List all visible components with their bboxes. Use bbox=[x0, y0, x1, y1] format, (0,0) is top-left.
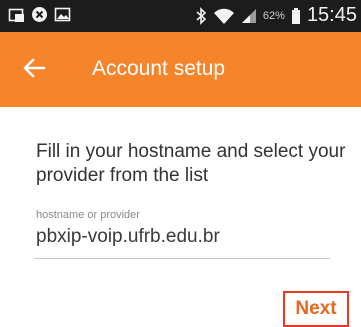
arrow-left-icon[interactable] bbox=[20, 54, 48, 82]
wifi-icon bbox=[213, 8, 234, 24]
status-bar: 62% 15:45 bbox=[0, 0, 361, 32]
next-button[interactable]: Next bbox=[283, 291, 349, 327]
signal-icon bbox=[241, 8, 256, 23]
bluetooth-icon bbox=[196, 6, 207, 25]
gallery-icon bbox=[54, 7, 71, 22]
input-underline bbox=[34, 258, 330, 259]
battery-percentage: 62% bbox=[262, 9, 285, 22]
screenshot-icon bbox=[8, 8, 24, 22]
status-bar-left bbox=[8, 6, 71, 23]
instructions-text: Fill in your hostname and select your pr… bbox=[36, 141, 346, 186]
battery-icon bbox=[291, 7, 300, 24]
hostname-input[interactable] bbox=[34, 226, 338, 248]
app-bar: Account setup bbox=[0, 32, 361, 107]
close-circle-icon bbox=[32, 7, 47, 22]
status-bar-right: 62% 15:45 bbox=[195, 4, 357, 27]
hostname-label: hostname or provider bbox=[36, 209, 140, 221]
status-time: 15:45 bbox=[306, 4, 357, 26]
page-title: Account setup bbox=[92, 57, 226, 80]
